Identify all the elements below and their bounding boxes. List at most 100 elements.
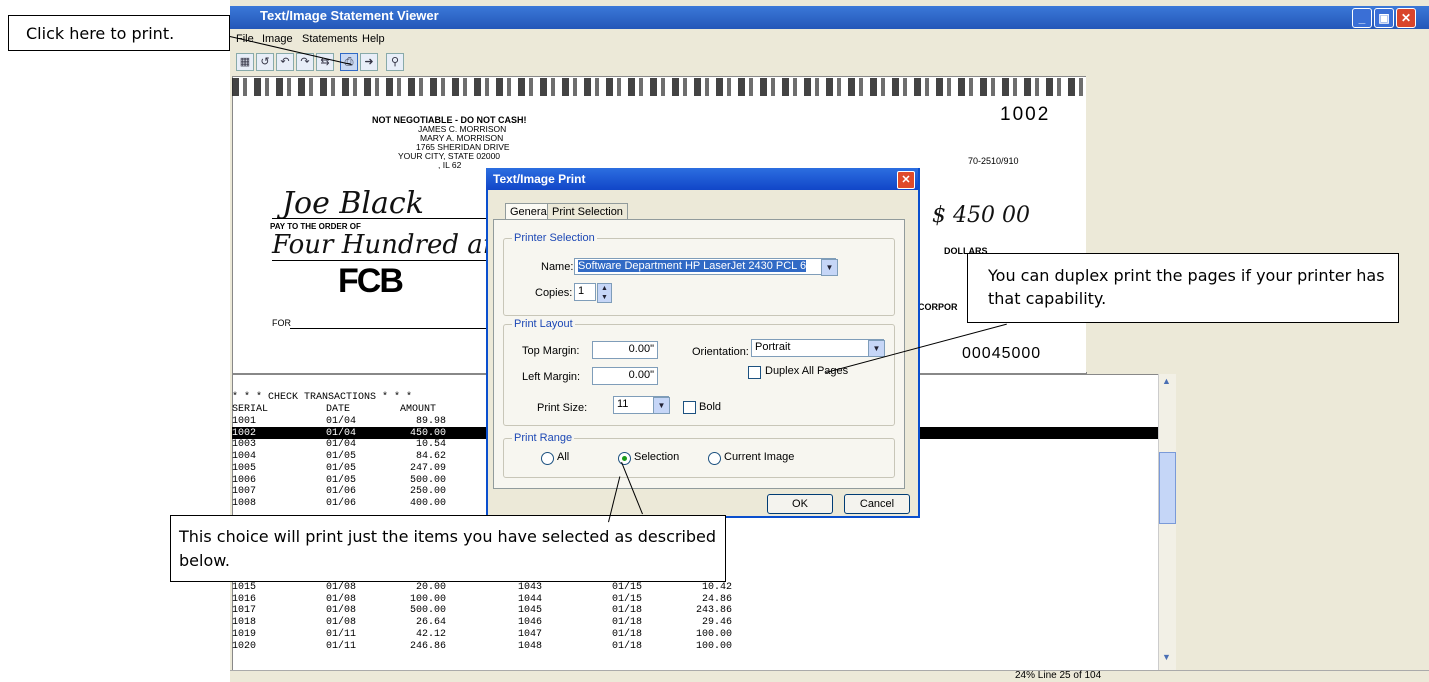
close-button[interactable]: ✕ [1396, 8, 1416, 28]
transaction-cell: 01/15 [612, 582, 643, 593]
transaction-cell: 246.86 [409, 640, 446, 652]
view-icon[interactable]: ▦ [236, 53, 254, 71]
range-all-radio[interactable] [541, 452, 554, 465]
tab-print-selection[interactable]: Print Selection [547, 203, 628, 220]
transaction-cell: 1047 [518, 628, 543, 640]
print-callout: Click here to print. [8, 15, 230, 51]
transaction-cell: 01/18 [612, 640, 643, 652]
transaction-cell: 01/05 [326, 474, 357, 486]
amount-figure: $ 450 00 [932, 203, 1030, 228]
column-amount: AMOUNT [400, 404, 437, 415]
transaction-cell: 1019 [232, 628, 257, 640]
transaction-cell: 42.12 [415, 628, 446, 640]
rotate-left-icon[interactable]: ↶ [276, 53, 294, 71]
transaction-cell: 01/11 [326, 628, 357, 640]
printer-name-value: Software Department HP LaserJet 2430 PCL… [578, 260, 807, 272]
dialog-title: Text/Image Print [493, 172, 586, 186]
menu-statements[interactable]: Statements [302, 33, 358, 45]
transaction-cell: 1046 [518, 617, 543, 629]
transaction-cell: 10.54 [415, 439, 446, 451]
minimize-button[interactable]: _ [1352, 8, 1372, 28]
printer-name-select[interactable]: Software Department HP LaserJet 2430 PCL… [574, 258, 836, 275]
scroll-down-icon[interactable]: ▼ [1159, 652, 1174, 666]
for-label: FOR [272, 318, 291, 328]
printer-selection-title: Printer Selection [512, 232, 597, 244]
copies-stepper[interactable]: ▲ ▼ [597, 283, 612, 303]
maximize-icon[interactable]: ▣ [1374, 8, 1394, 28]
transaction-cell: 1043 [518, 582, 543, 593]
bold-checkbox[interactable] [683, 401, 696, 414]
status-text: 24% Line 25 of 104 [1015, 670, 1102, 681]
transaction-cell: 01/05 [326, 462, 357, 474]
range-current-label: Current Image [724, 451, 795, 463]
find-icon[interactable]: ⚲ [386, 53, 404, 71]
left-margin-input[interactable]: 0.00" [592, 367, 658, 385]
column-serial: SERIAL [232, 404, 269, 415]
print-layout-title: Print Layout [512, 318, 575, 330]
transaction-cell: 01/18 [612, 628, 643, 640]
top-margin-input[interactable]: 0.00" [592, 341, 658, 359]
transaction-cell: 1045 [518, 605, 543, 617]
transaction-cell: 1003 [232, 439, 257, 451]
toolbar [230, 49, 1429, 74]
check-margin [1086, 76, 1160, 372]
transaction-cell: 400.00 [409, 497, 446, 509]
transaction-cell: 01/05 [326, 451, 357, 463]
print-range-title: Print Range [512, 432, 575, 444]
scroll-thumb[interactable] [1159, 452, 1176, 524]
orientation-select[interactable]: Portrait [751, 339, 884, 357]
print-size-label: Print Size: [537, 402, 588, 414]
duplex-checkbox[interactable] [748, 366, 761, 379]
owner-line: , IL 62 [438, 160, 462, 170]
transaction-cell: 01/06 [326, 486, 357, 498]
transaction-cell: 01/08 [326, 617, 357, 629]
payee-line [272, 218, 486, 219]
copies-input[interactable]: 1 [574, 283, 596, 301]
chevron-down-icon[interactable]: ▼ [653, 397, 670, 414]
range-selection-radio[interactable] [618, 452, 631, 465]
name-label: Name: [541, 261, 574, 273]
chevron-down-icon[interactable]: ▼ [868, 340, 885, 357]
transaction-cell: 1002 [232, 427, 257, 439]
scroll-up-icon[interactable]: ▲ [1159, 376, 1174, 390]
transaction-cell: 1005 [232, 462, 257, 474]
transaction-cell: 1015 [232, 582, 257, 593]
export-icon[interactable]: ➜ [360, 53, 378, 71]
transaction-cell: 29.46 [701, 617, 732, 629]
transaction-cell: 243.86 [695, 605, 732, 617]
range-selection-label: Selection [634, 451, 680, 463]
transaction-cell: 100.00 [409, 593, 446, 605]
transaction-cell: 89.98 [415, 416, 446, 427]
ok-button[interactable]: OK [767, 494, 833, 514]
cancel-button[interactable]: Cancel [844, 494, 910, 514]
corp-label: CORPOR [918, 302, 958, 312]
transaction-cell: 450.00 [409, 427, 446, 439]
dialog-close-button[interactable]: ✕ [897, 171, 915, 189]
transaction-cell: 1008 [232, 497, 257, 509]
left-margin-label: Left Margin: [522, 371, 581, 383]
transaction-cell: 247.09 [409, 462, 446, 474]
range-current-radio[interactable] [708, 452, 721, 465]
transaction-cell: 24.86 [701, 593, 732, 605]
menu-image[interactable]: Image [262, 33, 293, 45]
transaction-cell: 84.62 [415, 451, 446, 463]
bank-logo: FCB [338, 262, 404, 300]
transaction-cell: 1004 [232, 451, 257, 463]
transaction-cell: 01/11 [326, 640, 357, 652]
micr-line: 00045000 [962, 345, 1042, 362]
amount-line [272, 260, 486, 261]
column-date: DATE [326, 404, 351, 415]
rotate-icon[interactable]: ↺ [256, 53, 274, 71]
transaction-cell: 1007 [232, 486, 257, 498]
printer-selection-group [503, 238, 895, 316]
transaction-cell: 01/08 [326, 605, 357, 617]
transaction-cell: 1017 [232, 605, 257, 617]
duplex-label: Duplex All Pages [765, 365, 849, 377]
check-torn-edge [232, 78, 1085, 96]
transaction-cell: 1016 [232, 593, 257, 605]
chevron-down-icon[interactable]: ▼ [821, 259, 838, 276]
amount-words-handwriting: Four Hundred and [272, 230, 517, 260]
menu-help[interactable]: Help [362, 33, 385, 45]
payee-handwriting: Joe Black [282, 186, 424, 221]
transaction-cell: 1020 [232, 640, 257, 652]
